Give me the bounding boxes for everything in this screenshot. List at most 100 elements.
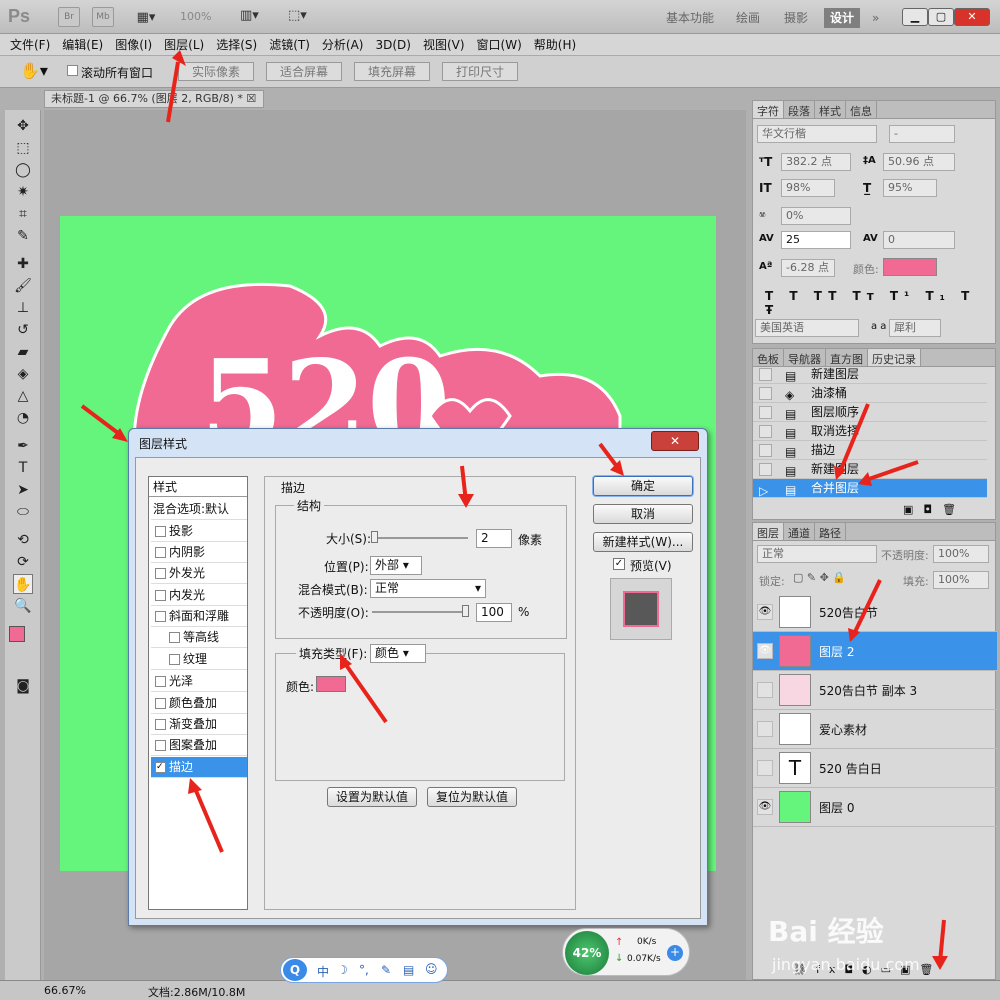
kerning-field[interactable]: 25: [781, 231, 851, 249]
tsume-field[interactable]: 0%: [781, 207, 851, 225]
tracking-field[interactable]: 0: [883, 231, 955, 249]
menu-filter[interactable]: 滤镜(T): [269, 36, 310, 53]
style-outer-glow[interactable]: 外发光: [151, 563, 247, 584]
bridge-button[interactable]: Br: [58, 7, 80, 27]
dodge-tool-icon[interactable]: ◔: [13, 408, 33, 428]
maximize-button[interactable]: ▢: [928, 8, 954, 26]
preview-checkbox[interactable]: ✓: [613, 558, 625, 570]
menu-analysis[interactable]: 分析(A): [322, 36, 364, 53]
eye-toggle[interactable]: [757, 721, 773, 737]
menu-select[interactable]: 选择(S): [216, 36, 257, 53]
3d-orbit-tool-icon[interactable]: ⟳: [13, 552, 33, 572]
brush-tool-icon[interactable]: 🖌: [13, 276, 33, 296]
move-tool-icon[interactable]: ✥: [13, 116, 33, 136]
style-stroke[interactable]: ✓ 描边: [151, 757, 247, 778]
network-monitor[interactable]: 42% ↑ 0K/s ↓ 0.07K/s +: [562, 928, 690, 976]
workspace-painting[interactable]: 绘画: [730, 8, 766, 28]
language-select[interactable]: 美国英语: [755, 319, 859, 337]
document-tab[interactable]: 未标题-1 @ 66.7% (图层 2, RGB/8) * ☒: [44, 90, 264, 108]
layer-row[interactable]: 爱心素材: [753, 710, 997, 749]
paint-bucket-tool-icon[interactable]: ◈: [13, 364, 33, 384]
minibridge-button[interactable]: Mb: [92, 7, 114, 27]
font-size-field[interactable]: 382.2 点: [781, 153, 851, 171]
set-default-button[interactable]: 设置为默认值: [327, 787, 417, 807]
tab-histogram[interactable]: 直方图: [826, 349, 868, 366]
status-zoom[interactable]: 66.67%: [44, 984, 86, 997]
layer-opacity-field[interactable]: 100%: [933, 545, 989, 563]
style-satin[interactable]: 光泽: [151, 671, 247, 692]
style-blending-options[interactable]: 混合选项:默认: [151, 499, 247, 520]
menu-layer[interactable]: 图层(L): [164, 36, 204, 53]
clone-stamp-tool-icon[interactable]: ⊥: [13, 298, 33, 318]
size-slider[interactable]: [372, 537, 468, 539]
reset-default-button[interactable]: 复位为默认值: [427, 787, 517, 807]
fill-type-select[interactable]: 颜色 ▾: [370, 644, 426, 663]
foreground-color-swatch[interactable]: [9, 626, 25, 642]
healing-brush-tool-icon[interactable]: ✚: [13, 254, 33, 274]
baseline-shift-field[interactable]: -6.28 点: [781, 259, 835, 277]
ime-punct-icon[interactable]: °,: [359, 963, 369, 977]
history-item[interactable]: ◈ 油漆桶: [753, 384, 987, 403]
size-input[interactable]: 2: [476, 529, 512, 548]
history-brush-tool-icon[interactable]: ↺: [13, 320, 33, 340]
marquee-tool-icon[interactable]: ⬚: [13, 138, 33, 158]
history-item[interactable]: ▤ 取消选择: [753, 422, 987, 441]
history-item[interactable]: ▤ 图层顺序: [753, 403, 987, 422]
crop-tool-icon[interactable]: ⌗: [13, 204, 33, 224]
menu-window[interactable]: 窗口(W): [477, 36, 522, 53]
hand-tool-icon[interactable]: ✋▾: [20, 61, 48, 80]
opacity-slider[interactable]: [372, 611, 468, 613]
menu-3d[interactable]: 3D(D): [375, 38, 410, 52]
layer-row-selected[interactable]: 👁 图层 2: [753, 632, 997, 671]
new-style-button[interactable]: 新建样式(W)...: [593, 532, 693, 552]
style-drop-shadow[interactable]: 投影: [151, 521, 247, 542]
style-gradient-overlay[interactable]: 渐变叠加: [151, 714, 247, 735]
vertical-scale-field[interactable]: 98%: [781, 179, 835, 197]
shape-tool-icon[interactable]: ⬭: [13, 502, 33, 522]
fill-screen-button[interactable]: 填充屏幕: [354, 62, 430, 81]
scroll-all-checkbox[interactable]: [67, 65, 78, 76]
close-app-button[interactable]: ✕: [954, 8, 990, 26]
menu-file[interactable]: 文件(F): [10, 36, 50, 53]
font-family-select[interactable]: 华文行楷: [757, 125, 877, 143]
tab-swatches[interactable]: 色板: [753, 349, 784, 366]
history-panel-buttons[interactable]: ▣◘🗑: [903, 503, 966, 516]
tab-layers[interactable]: 图层: [753, 523, 784, 540]
print-size-button[interactable]: 打印尺寸: [442, 62, 518, 81]
history-item-selected[interactable]: ▷ ▤ 合并图层: [753, 479, 987, 498]
font-style-select[interactable]: -: [889, 125, 955, 143]
3d-rotate-tool-icon[interactable]: ⟲: [13, 530, 33, 550]
eye-icon[interactable]: 👁: [757, 643, 773, 659]
layer-row[interactable]: 👁 520告白节: [753, 593, 997, 632]
tab-channels[interactable]: 通道: [784, 523, 815, 540]
layer-row[interactable]: 👁 图层 0: [753, 788, 997, 827]
path-selection-tool-icon[interactable]: ➤: [13, 480, 33, 500]
ime-wrench-icon[interactable]: ✎: [381, 963, 391, 977]
menu-image[interactable]: 图像(I): [115, 36, 152, 53]
ime-logo-icon[interactable]: Q: [283, 959, 307, 981]
position-select[interactable]: 外部 ▾: [370, 556, 422, 575]
menu-edit[interactable]: 编辑(E): [62, 36, 103, 53]
size-slider-handle[interactable]: [371, 531, 378, 543]
actual-pixels-button[interactable]: 实际像素: [178, 62, 254, 81]
tab-navigator[interactable]: 导航器: [784, 349, 826, 366]
opacity-input[interactable]: 100: [476, 603, 512, 622]
type-tool-icon[interactable]: T: [13, 458, 33, 478]
workspace-more[interactable]: »: [866, 8, 885, 28]
opacity-slider-handle[interactable]: [462, 605, 469, 617]
style-color-overlay[interactable]: 颜色叠加: [151, 693, 247, 714]
history-item[interactable]: ▤ 新建图层: [753, 365, 987, 384]
screen-mode-button[interactable]: ⬚▾: [288, 8, 307, 23]
arrange-documents-button[interactable]: ▥▾: [240, 8, 259, 23]
menu-view[interactable]: 视图(V): [423, 36, 465, 53]
style-inner-glow[interactable]: 内发光: [151, 585, 247, 606]
minimize-button[interactable]: ▁: [902, 8, 928, 26]
workspace-photography[interactable]: 摄影: [778, 8, 814, 28]
quick-mask-icon[interactable]: ◙: [13, 676, 33, 696]
style-bevel-emboss[interactable]: 斜面和浮雕: [151, 606, 247, 627]
dialog-close-button[interactable]: ✕: [651, 431, 699, 451]
text-color-swatch[interactable]: [883, 258, 937, 276]
pen-tool-icon[interactable]: ✒: [13, 436, 33, 456]
layer-fill-field[interactable]: 100%: [933, 571, 989, 589]
anti-alias-select[interactable]: 犀利: [889, 319, 941, 337]
